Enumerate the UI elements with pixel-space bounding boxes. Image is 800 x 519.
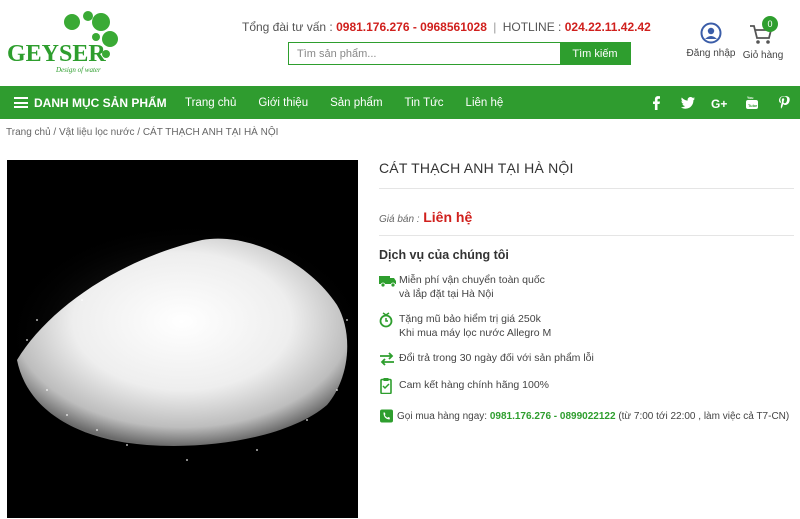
- gift-icon: [379, 312, 393, 328]
- category-menu-button[interactable]: DANH MỤC SẢN PHẨM: [0, 86, 185, 119]
- price-value: Liên hệ: [423, 209, 473, 225]
- service-shipping-line1: Miễn phí vận chuyển toàn quốc: [399, 274, 545, 286]
- nav-link-contact[interactable]: Liên hệ: [466, 97, 504, 109]
- hamburger-icon: [14, 97, 28, 108]
- truck-icon: [379, 276, 396, 288]
- price-row: Giá bán : Liên hệ: [379, 209, 794, 225]
- price-label: Giá bán :: [379, 214, 420, 225]
- hotline-separator: |: [493, 20, 497, 34]
- nav-links: Trang chủ Giới thiệu Sản phẩm Tin Tức Li…: [185, 97, 525, 109]
- order-label: Gọi mua hàng ngay:: [397, 410, 488, 422]
- search-bar: Tìm kiếm: [288, 42, 631, 65]
- svg-text:You: You: [747, 96, 753, 100]
- hotline-phone[interactable]: 024.22.11.42.42: [565, 20, 651, 34]
- logo-text: GEYSER: [7, 41, 106, 67]
- order-hotline: Gọi mua hàng ngay: 0981.176.276 - 089902…: [379, 409, 794, 423]
- pinterest-icon[interactable]: [768, 86, 800, 119]
- service-return: Đổi trả trong 30 ngày đối với sản phẩm l…: [379, 351, 794, 367]
- google-plus-icon[interactable]: G+: [704, 86, 736, 119]
- nav-link-about[interactable]: Giới thiệu: [258, 97, 308, 109]
- service-genuine-line1: Cam kết hàng chính hãng 100%: [399, 379, 550, 391]
- site-header: GEYSER Design of water Tổng đài tư vấn :…: [0, 0, 800, 86]
- facebook-icon[interactable]: [640, 86, 672, 119]
- consult-phone[interactable]: 0981.176.276 - 0968561028: [336, 20, 487, 34]
- title-divider: [379, 188, 794, 189]
- product-title: CÁT THẠCH ANH TẠI HÀ NỘI: [379, 160, 574, 176]
- service-gift: Tặng mũ bảo hiểm trị giá 250k Khi mua má…: [379, 312, 794, 340]
- geyser-logo[interactable]: GEYSER Design of water: [6, 6, 126, 82]
- main-navbar: DANH MỤC SẢN PHẨM Trang chủ Giới thiệu S…: [0, 86, 800, 119]
- price-divider: [379, 235, 794, 236]
- exchange-icon: [380, 352, 394, 366]
- svg-text:G+: G+: [711, 97, 727, 109]
- phone-icon: [380, 409, 393, 423]
- service-shipping: Miễn phí vận chuyển toàn quốc và lắp đặt…: [379, 273, 794, 301]
- user-icon: [700, 22, 722, 44]
- consult-label: Tổng đài tư vấn :: [242, 20, 333, 34]
- nav-link-products[interactable]: Sản phẩm: [330, 97, 382, 109]
- twitter-icon[interactable]: [672, 86, 704, 119]
- service-genuine: Cam kết hàng chính hãng 100%: [379, 378, 794, 394]
- nav-link-news[interactable]: Tin Tức: [405, 97, 444, 109]
- hotline-bar: Tổng đài tư vấn : 0981.176.276 - 0968561…: [242, 20, 651, 34]
- youtube-icon[interactable]: You Tube: [736, 86, 768, 119]
- services-title: Dịch vụ của chúng tôi: [379, 248, 509, 262]
- hotline-label: HOTLINE :: [502, 20, 562, 34]
- clipboard-icon: [380, 378, 392, 394]
- social-links: G+ You Tube: [640, 86, 800, 119]
- order-hours: (từ 7:00 tới 22:00 , làm việc cả T7-CN): [618, 410, 790, 422]
- cart-count-badge: 0: [762, 16, 778, 32]
- cart-link[interactable]: 0 Giỏ hàng: [738, 16, 788, 61]
- product-image[interactable]: [7, 160, 358, 518]
- breadcrumb: Trang chủ / Vật liệu lọc nước / CÁT THẠC…: [6, 127, 278, 138]
- breadcrumb-text[interactable]: Trang chủ / Vật liệu lọc nước / CÁT THẠC…: [6, 127, 278, 138]
- login-label: Đăng nhập: [686, 48, 736, 59]
- svg-text:Design of water: Design of water: [55, 66, 101, 74]
- search-button[interactable]: Tìm kiếm: [560, 43, 630, 64]
- order-phone[interactable]: 0981.176.276 - 0899022122: [490, 411, 616, 422]
- service-gift-line2: Khi mua máy lọc nước Allegro M: [399, 327, 552, 339]
- category-label: DANH MỤC SẢN PHẨM: [34, 95, 167, 110]
- search-input[interactable]: [289, 43, 560, 64]
- cart-label: Giỏ hàng: [742, 50, 784, 61]
- product-info: CÁT THẠCH ANH TẠI HÀ NỘI Giá bán : Liên …: [379, 160, 794, 423]
- quartz-sand-image: [7, 160, 358, 518]
- service-return-line1: Đổi trả trong 30 ngày đối với sản phẩm l…: [399, 352, 594, 364]
- nav-link-home[interactable]: Trang chủ: [185, 97, 236, 109]
- service-gift-line1: Tặng mũ bảo hiểm trị giá 250k: [399, 313, 541, 325]
- service-shipping-line2: và lắp đặt tại Hà Nội: [399, 288, 494, 300]
- svg-text:Tube: Tube: [748, 103, 758, 108]
- login-link[interactable]: Đăng nhập: [682, 22, 740, 59]
